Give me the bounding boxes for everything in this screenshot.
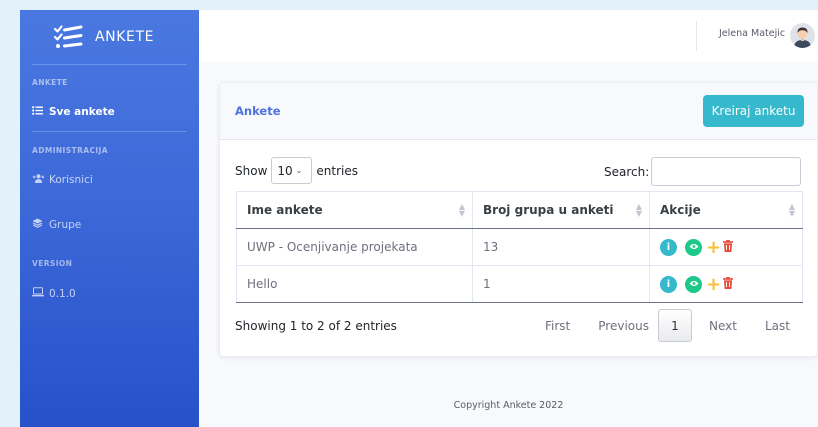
column-header-label: Broj grupa u anketi — [483, 203, 614, 217]
search-control: Search: — [604, 157, 802, 186]
column-header-label: Ime ankete — [247, 203, 323, 217]
plus-icon[interactable]: + — [706, 275, 721, 293]
ankete-card: Ankete Kreiraj anketu Show 10 ⌄ entries … — [219, 82, 818, 357]
entries-select-value: 10 — [277, 163, 293, 178]
sidebar-item-label: Korisnici — [49, 174, 93, 186]
table-info: Showing 1 to 2 of 2 entries — [235, 319, 397, 333]
sidebar-heading-administracija: ADMINISTRACIJA — [32, 146, 108, 155]
card-title: Ankete — [235, 104, 281, 118]
entries-label: entries — [316, 163, 358, 178]
trash-icon[interactable] — [723, 239, 734, 255]
actions-cell: i + — [649, 228, 803, 266]
sidebar-item-label: Sve ankete — [49, 106, 115, 118]
column-header-akcije[interactable]: Akcije ▲ ▼ — [649, 191, 803, 229]
brand[interactable]: ANKETE — [20, 10, 199, 64]
version-label: 0.1.0 — [49, 287, 76, 300]
sort-icon: ▲ ▼ — [788, 202, 795, 218]
eye-icon[interactable] — [685, 238, 702, 256]
trash-icon[interactable] — [723, 276, 734, 292]
group-count-cell: 1 — [472, 265, 650, 303]
entries-select[interactable]: 10 ⌄ — [271, 157, 313, 184]
laptop-icon — [32, 287, 46, 300]
sort-icon: ▲ ▼ — [458, 202, 465, 218]
pagination-next[interactable]: Next — [702, 319, 744, 333]
info-icon[interactable]: i — [660, 238, 677, 256]
sidebar-divider — [32, 131, 187, 132]
user-name[interactable]: Jelena Matejic — [719, 28, 785, 39]
surveys-table: Ime ankete ▲ ▼ Broj grupa u anketi ▲ ▼ Akc… — [236, 191, 803, 303]
sidebar-item-label: Grupe — [49, 218, 82, 231]
sort-icon: ▲ ▼ — [635, 202, 642, 218]
list-check-icon — [53, 25, 83, 48]
eye-icon[interactable] — [685, 275, 702, 293]
column-header-ime-ankete[interactable]: Ime ankete ▲ ▼ — [236, 191, 473, 229]
brand-name: ANKETE — [95, 29, 155, 45]
entries-length-control: Show 10 ⌄ entries — [235, 157, 358, 184]
survey-name-cell: UWP - Ocenjivanje projekata — [236, 228, 473, 266]
pagination-page-1[interactable]: 1 — [657, 309, 692, 342]
column-header-label: Akcije — [660, 203, 701, 217]
table-header-row: Ime ankete ▲ ▼ Broj grupa u anketi ▲ ▼ Akc… — [236, 191, 803, 229]
users-icon — [32, 174, 46, 186]
pagination-last[interactable]: Last — [758, 319, 797, 333]
survey-name-cell: Hello — [236, 265, 473, 303]
search-input[interactable] — [651, 157, 802, 186]
chevron-down-icon: ⌄ — [295, 166, 303, 175]
pagination-previous[interactable]: Previous — [591, 319, 656, 333]
sidebar-heading-ankete: ANKETE — [32, 78, 68, 87]
sidebar-divider — [32, 64, 187, 65]
layers-icon — [32, 218, 46, 231]
topbar: Jelena Matejic — [199, 10, 818, 62]
pagination: First Previous 1 Next Last — [538, 309, 797, 342]
search-label: Search: — [604, 164, 650, 179]
info-icon[interactable]: i — [660, 275, 677, 293]
table-row: UWP - Ocenjivanje projekata 13 i + — [236, 228, 803, 266]
sidebar-item-version: 0.1.0 — [20, 287, 199, 300]
topbar-divider — [696, 21, 697, 51]
table-row: Hello 1 i + — [236, 265, 803, 303]
main-content: Ankete Kreiraj anketu Show 10 ⌄ entries … — [199, 62, 818, 427]
card-header: Ankete Kreiraj anketu — [220, 83, 817, 140]
group-count-cell: 13 — [472, 228, 650, 266]
footer-copyright: Copyright Ankete 2022 — [453, 400, 564, 411]
column-header-broj-grupa[interactable]: Broj grupa u anketi ▲ ▼ — [472, 191, 650, 229]
list-icon — [32, 106, 46, 118]
actions-cell: i + — [649, 265, 803, 303]
sidebar: ANKETE ANKETE Sve ankete ADMINISTRACIJA … — [20, 10, 199, 427]
sidebar-item-grupe[interactable]: Grupe — [20, 218, 199, 231]
show-label: Show — [235, 163, 268, 178]
create-survey-button[interactable]: Kreiraj anketu — [703, 95, 804, 127]
sidebar-heading-version: VERSION — [32, 259, 73, 268]
plus-icon[interactable]: + — [706, 238, 721, 256]
sidebar-item-korisnici[interactable]: Korisnici — [20, 174, 199, 186]
sidebar-item-sve-ankete[interactable]: Sve ankete — [20, 106, 199, 118]
avatar[interactable] — [790, 23, 815, 48]
pagination-first[interactable]: First — [538, 319, 577, 333]
